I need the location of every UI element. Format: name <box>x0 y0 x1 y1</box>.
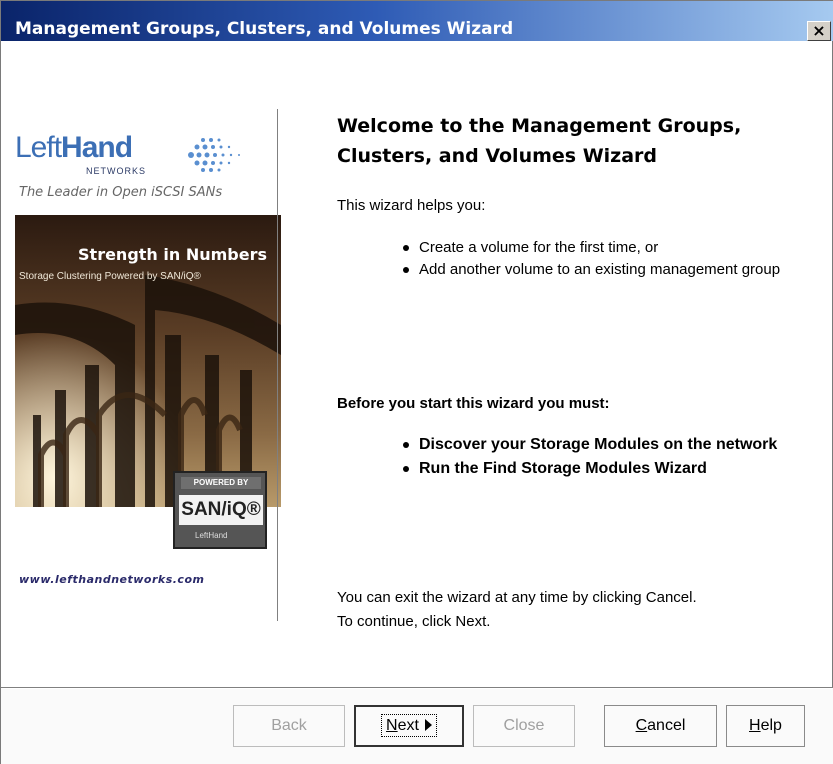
title-bar[interactable]: Management Groups, Clusters, and Volumes… <box>1 1 833 41</box>
list-item: Discover your Storage Modules on the net… <box>401 433 801 457</box>
exit-hint: You can exit the wizard at any time by c… <box>337 589 697 606</box>
continue-hint: To continue, click Next. <box>337 613 491 630</box>
window-title: Management Groups, Clusters, and Volumes… <box>15 19 514 39</box>
logo-dots-icon <box>188 138 240 172</box>
list-item-text: Run the Find Storage Modules Wizard <box>419 460 707 477</box>
list-item: Create a volume for the first time, or <box>401 237 781 259</box>
next-button[interactable]: Next <box>354 705 464 747</box>
cancel-rest: ancel <box>647 717 686 734</box>
title-line-2: Clusters, and Volumes Wizard <box>337 145 658 167</box>
next-button-label: Next <box>381 714 437 737</box>
close-button-label: Close <box>503 717 545 734</box>
intro-text: This wizard helps you: <box>337 197 486 214</box>
page-title: Welcome to the Management Groups, Cluste… <box>337 111 807 171</box>
banner-headline: Strength in Numbers <box>78 245 267 264</box>
helps-list: Create a volume for the first time, or A… <box>401 237 781 281</box>
cloister-banner-image: Strength in Numbers Storage Clustering P… <box>15 215 281 507</box>
close-button[interactable]: Close <box>473 705 575 747</box>
bullet-icon <box>403 442 409 448</box>
back-button-label: Back <box>271 717 307 734</box>
panel-divider <box>277 109 278 621</box>
list-item: Run the Find Storage Modules Wizard <box>401 457 801 481</box>
badge-lefthand: LeftHand <box>195 531 228 540</box>
close-icon: × <box>812 21 826 40</box>
help-button[interactable]: Help <box>726 705 805 747</box>
bullet-icon <box>403 245 409 251</box>
list-item-text: Create a volume for the first time, or <box>419 239 659 256</box>
title-line-1: Welcome to the Management Groups, <box>337 115 742 137</box>
list-item: Add another volume to an existing manage… <box>401 259 781 281</box>
bullet-icon <box>403 267 409 273</box>
next-rest: ext <box>397 717 419 734</box>
logo-subtitle: NETWORKS <box>86 166 147 176</box>
requirements-heading: Before you start this wizard you must: <box>337 395 610 412</box>
play-arrow-icon <box>424 719 432 731</box>
cancel-mnemonic: C <box>635 717 648 734</box>
banner-subheadline: Storage Clustering Powered by SAN/iQ® <box>19 271 201 282</box>
help-rest: elp <box>760 717 782 734</box>
cancel-button[interactable]: Cancel <box>604 705 717 747</box>
next-mnemonic: N <box>386 717 398 734</box>
website-url: www.lefthandnetworks.com <box>19 573 205 586</box>
list-item-text: Add another volume to an existing manage… <box>419 261 781 278</box>
tagline: The Leader in Open iSCSI SANs <box>19 185 223 200</box>
back-button[interactable]: Back <box>233 705 345 747</box>
logo-wordmark: LeftHand <box>15 131 133 164</box>
powered-by-badge: POWERED BY SAN/iQ® LeftHand <box>173 471 267 549</box>
wizard-window: Management Groups, Clusters, and Volumes… <box>0 0 833 764</box>
badge-saniq: SAN/iQ® <box>179 495 263 525</box>
help-mnemonic: H <box>749 717 761 734</box>
list-item-text: Discover your Storage Modules on the net… <box>419 436 778 453</box>
requirements-list: Discover your Storage Modules on the net… <box>401 433 801 481</box>
close-window-button[interactable]: × <box>807 21 831 41</box>
bullet-icon <box>403 466 409 472</box>
badge-powered-by: POWERED BY <box>181 477 261 489</box>
